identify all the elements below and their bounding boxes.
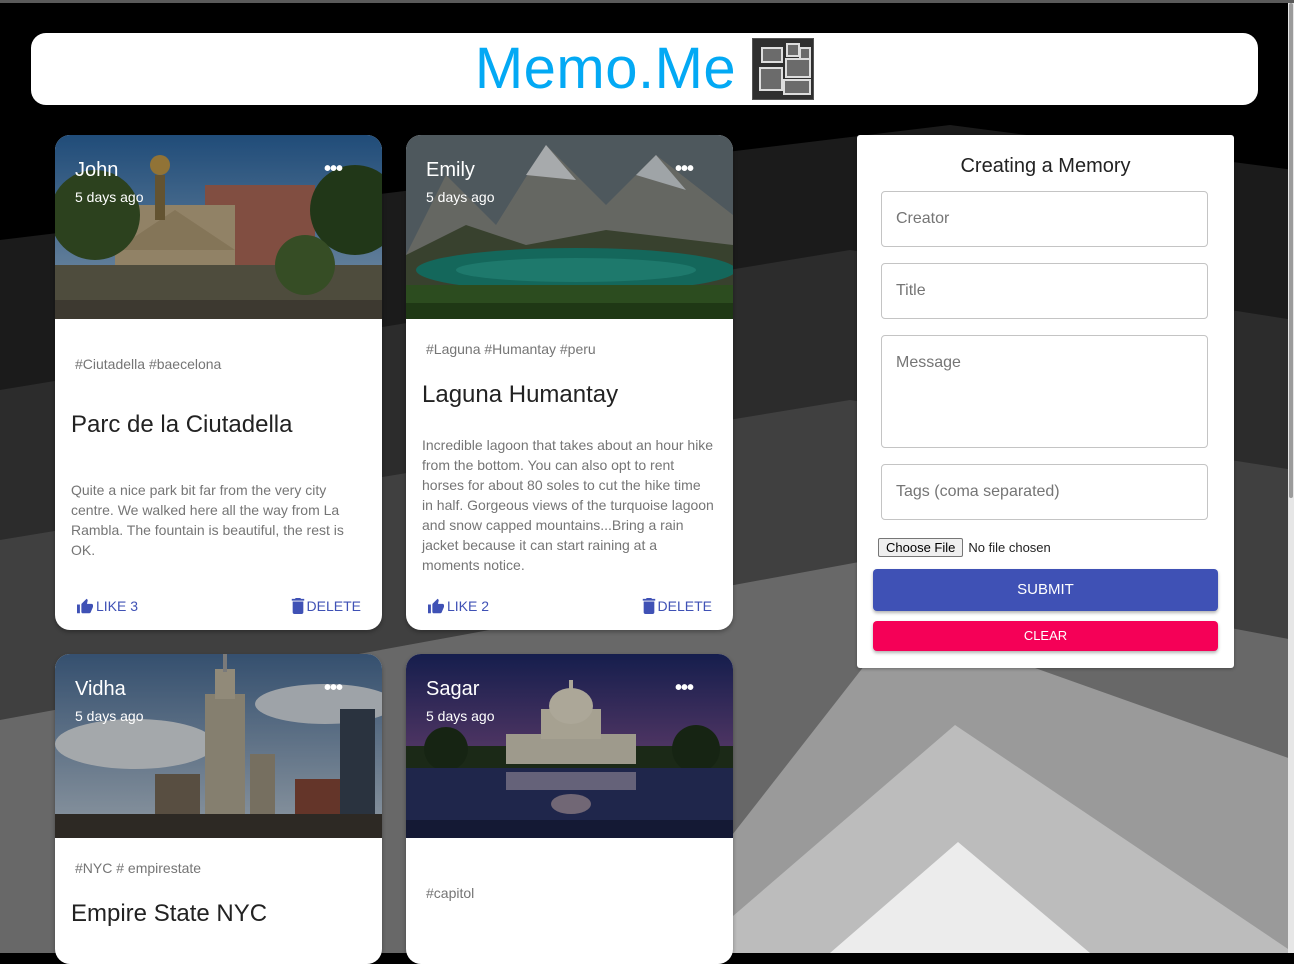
- memory-card: Sagar 5 days ago ••• #capitol: [406, 654, 733, 964]
- like-button[interactable]: LIKE 2: [427, 598, 489, 614]
- card-tags: #capitol: [426, 885, 475, 901]
- memory-card: Vidha 5 days ago ••• #NYC # empirestate …: [55, 654, 382, 964]
- message-field[interactable]: Message: [881, 335, 1208, 448]
- card-timestamp: 5 days ago: [75, 189, 144, 205]
- card-creator: John: [75, 159, 119, 181]
- more-horiz-icon[interactable]: •••: [324, 159, 343, 179]
- choose-file-button[interactable]: Choose File: [878, 538, 964, 557]
- delete-button[interactable]: DELETE: [642, 598, 712, 614]
- delete-label: DELETE: [657, 598, 712, 614]
- card-message: Incredible lagoon that takes about an ho…: [422, 437, 714, 573]
- more-horiz-icon[interactable]: •••: [675, 159, 694, 179]
- delete-label: DELETE: [306, 598, 361, 614]
- card-message: Quite a nice park bit far from the very …: [71, 482, 344, 558]
- thumb-up-icon: [428, 598, 444, 614]
- title-placeholder: Title: [896, 282, 926, 299]
- more-horiz-icon[interactable]: •••: [675, 678, 694, 698]
- tags-placeholder: Tags (coma separated): [896, 483, 1060, 500]
- card-tags: #Ciutadella #baecelona: [75, 356, 222, 372]
- card-timestamp: 5 days ago: [426, 189, 495, 205]
- card-creator: Sagar: [426, 678, 480, 700]
- trash-icon: [291, 598, 304, 614]
- card-image: Sagar 5 days ago •••: [406, 654, 733, 838]
- title-field[interactable]: Title: [881, 263, 1208, 319]
- scrollbar-thumb[interactable]: [1289, 3, 1293, 498]
- creator-field[interactable]: Creator: [881, 191, 1208, 247]
- memory-card: John 5 days ago ••• #Ciutadella #baecelo…: [55, 135, 382, 630]
- delete-button[interactable]: DELETE: [291, 598, 361, 614]
- card-image: John 5 days ago •••: [55, 135, 382, 319]
- file-input: Choose File No file chosen: [878, 538, 1051, 557]
- card-tags: #NYC # empirestate: [75, 860, 202, 876]
- card-image: Emily 5 days ago •••: [406, 135, 733, 319]
- window-top-edge: [0, 0, 1294, 3]
- app-title: Memo.Me: [474, 36, 737, 101]
- like-button[interactable]: LIKE 3: [76, 598, 138, 614]
- like-label: LIKE 2: [447, 598, 490, 614]
- tags-field[interactable]: Tags (coma separated): [881, 464, 1208, 520]
- like-label: LIKE 3: [96, 598, 139, 614]
- card-timestamp: 5 days ago: [426, 708, 495, 724]
- card-creator: Emily: [426, 159, 475, 181]
- card-image: Vidha 5 days ago •••: [55, 654, 382, 838]
- photo-frames-icon: [752, 38, 815, 100]
- message-placeholder: Message: [896, 354, 961, 371]
- memory-card: Emily 5 days ago ••• #Laguna #Humantay #…: [406, 135, 733, 630]
- create-memory-form: Creating a Memory Creator Title Message …: [857, 135, 1234, 668]
- card-timestamp: 5 days ago: [75, 708, 144, 724]
- thumb-up-icon: [77, 598, 93, 614]
- page-scrollbar[interactable]: [1288, 3, 1294, 953]
- app-bar: Memo.Me: [31, 33, 1258, 105]
- form-heading: Creating a Memory: [960, 155, 1131, 177]
- card-creator: Vidha: [75, 678, 126, 700]
- creator-placeholder: Creator: [896, 210, 950, 227]
- more-horiz-icon[interactable]: •••: [324, 678, 343, 698]
- card-title: Parc de la Ciutadella: [71, 411, 293, 438]
- clear-button[interactable]: CLEAR: [873, 621, 1218, 651]
- file-status: No file chosen: [968, 540, 1051, 555]
- trash-icon: [642, 598, 655, 614]
- submit-button[interactable]: SUBMIT: [873, 569, 1218, 611]
- card-title: Empire State NYC: [71, 900, 268, 927]
- card-tags: #Laguna #Humantay #peru: [426, 341, 596, 357]
- card-title: Laguna Humantay: [422, 381, 619, 408]
